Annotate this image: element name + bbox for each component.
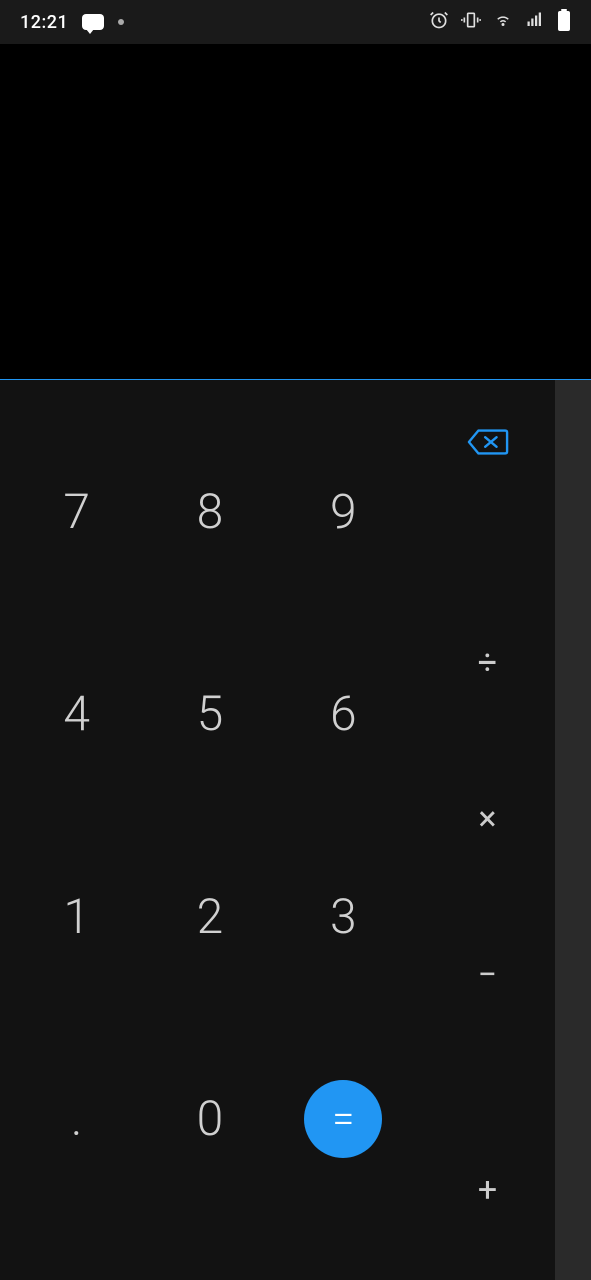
advanced-panel-handle[interactable] <box>555 380 591 1280</box>
numeric-keypad: 7 8 9 4 5 6 1 2 3 . 0 = <box>0 380 420 1280</box>
key-divide[interactable]: ÷ <box>420 584 555 740</box>
status-bar: 12:21 <box>0 0 591 44</box>
key-4[interactable]: 4 <box>10 613 143 816</box>
key-decimal[interactable]: . <box>10 1018 143 1221</box>
operator-column: ÷ × − + <box>420 380 555 1280</box>
key-8[interactable]: 8 <box>143 410 276 613</box>
key-3[interactable]: 3 <box>277 815 410 1018</box>
key-9[interactable]: 9 <box>277 410 410 613</box>
signal-icon <box>525 11 545 34</box>
calculator-display[interactable] <box>0 44 591 380</box>
key-plus[interactable]: + <box>420 1054 555 1220</box>
wifi-icon <box>493 11 513 34</box>
key-backspace[interactable] <box>420 410 555 584</box>
key-1[interactable]: 1 <box>10 815 143 1018</box>
battery-icon <box>557 9 571 36</box>
key-minus[interactable]: − <box>420 897 555 1053</box>
alarm-icon <box>429 10 449 35</box>
key-multiply[interactable]: × <box>420 741 555 897</box>
key-2[interactable]: 2 <box>143 815 276 1018</box>
key-equals[interactable]: = <box>277 1018 410 1221</box>
message-icon <box>82 14 104 30</box>
key-5[interactable]: 5 <box>143 613 276 816</box>
vibrate-icon <box>461 10 481 35</box>
key-6[interactable]: 6 <box>277 613 410 816</box>
key-0[interactable]: 0 <box>143 1018 276 1221</box>
key-7[interactable]: 7 <box>10 410 143 613</box>
status-time: 12:21 <box>20 12 68 33</box>
equals-button[interactable]: = <box>304 1080 382 1158</box>
backspace-icon <box>467 428 509 456</box>
notification-dot-icon <box>118 19 124 25</box>
